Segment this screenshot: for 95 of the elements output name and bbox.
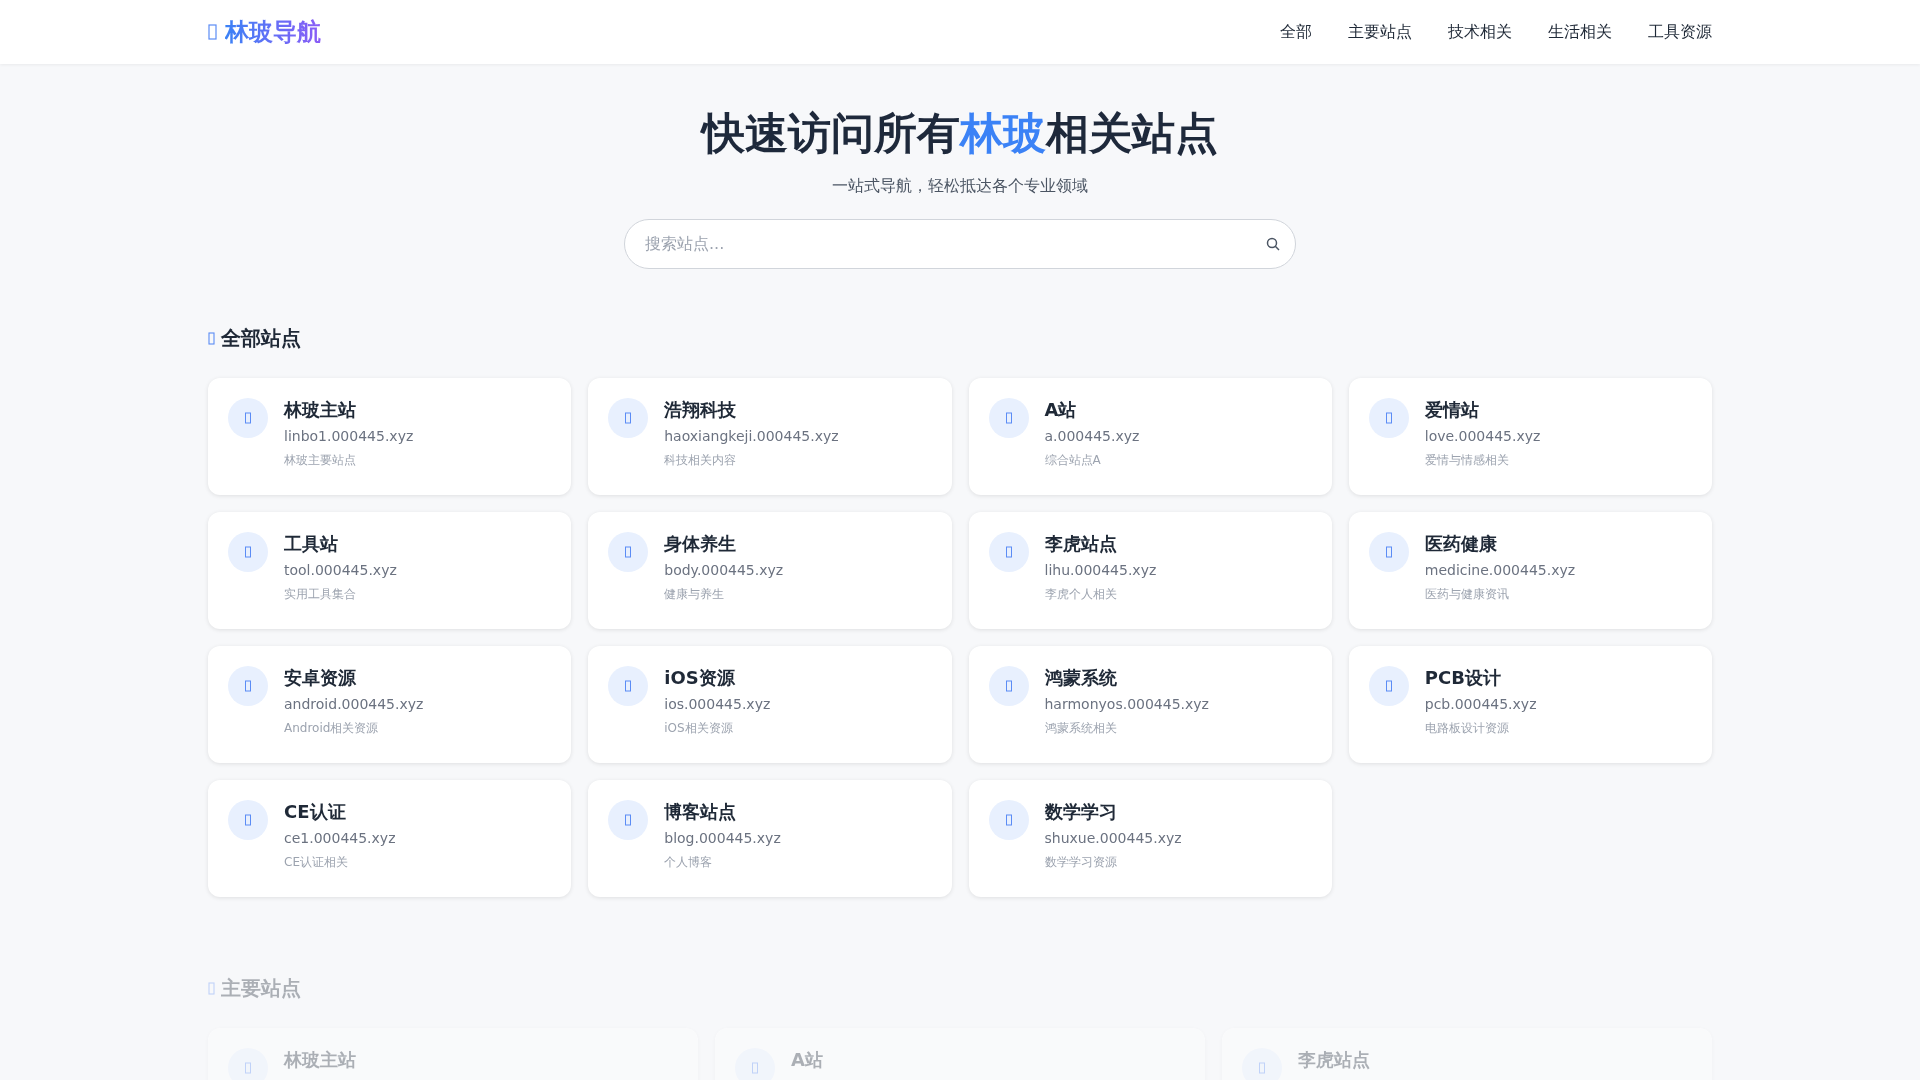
search-field[interactable]: 搜索站点... xyxy=(624,218,1296,269)
site-url: linbo1.000445.xyz xyxy=(284,427,414,444)
site-icon xyxy=(1368,665,1409,706)
site-card[interactable]: iOS资源 ios.000445.xyz iOS相关资源 xyxy=(588,645,952,763)
site-description: 李虎个人相关 xyxy=(1044,585,1118,603)
site-card[interactable]: 安卓资源 android.000445.xyz Android相关资源 xyxy=(208,645,572,763)
site-name: 浩翔科技 xyxy=(664,397,738,422)
site-icon xyxy=(228,799,268,840)
site-card[interactable]: PCB设计 pcb.000445.xyz 电路板设计资源 xyxy=(1348,645,1712,763)
site-icon xyxy=(608,799,649,840)
square-icon xyxy=(208,331,215,345)
site-description: 数学学习资源 xyxy=(1044,853,1118,871)
site-description: iOS相关资源 xyxy=(664,719,734,737)
site-url: ce1.000445.xyz xyxy=(284,829,396,846)
square-icon xyxy=(208,981,215,995)
site-description: 科技相关内容 xyxy=(664,451,738,469)
site-url: pcb.000445.xyz xyxy=(1424,695,1537,712)
site-url: love.000445.xyz xyxy=(1424,427,1541,444)
nav-link[interactable]: 全部 xyxy=(1280,21,1312,43)
site-name: A站 xyxy=(1044,397,1078,422)
site-icon xyxy=(1368,397,1409,438)
site-url: body.000445.xyz xyxy=(664,561,784,578)
site-description: 个人博客 xyxy=(664,853,714,871)
nav-link[interactable]: 主要站点 xyxy=(1348,21,1412,43)
section-title: 全部站点 xyxy=(221,324,301,352)
site-icon xyxy=(228,665,268,706)
site-url: tool.000445.xyz xyxy=(284,561,397,578)
site-description: 健康与养生 xyxy=(664,585,726,603)
site-card[interactable]: 博客站点 blog.000445.xyz 个人博客 xyxy=(588,779,952,897)
nav-link[interactable]: 生活相关 xyxy=(1548,21,1612,43)
site-name: 林玻主站 xyxy=(284,1047,356,1072)
site-name: 鸿蒙系统 xyxy=(1044,665,1118,690)
site-card[interactable]: 李虎站点 lihu.000445.xyz 李虎个人相关 xyxy=(968,511,1332,629)
site-name: 医药健康 xyxy=(1424,531,1498,556)
site-name: 林玻主站 xyxy=(284,397,357,422)
site-name: CE认证 xyxy=(284,799,347,824)
site-description: 林玻主要站点 xyxy=(284,451,357,469)
square-icon xyxy=(208,24,217,40)
site-url: shuxue.000445.xyz xyxy=(1044,829,1182,846)
site-card[interactable]: 数学学习 shuxue.000445.xyz 数学学习资源 xyxy=(968,779,1332,897)
site-description: 综合站点A xyxy=(1044,451,1102,469)
site-name: iOS资源 xyxy=(664,665,736,690)
site-icon xyxy=(1242,1047,1282,1080)
site-icon xyxy=(988,799,1029,840)
site-icon xyxy=(608,397,649,438)
site-description: Android相关资源 xyxy=(284,719,380,737)
site-description: 医药与健康资讯 xyxy=(1424,585,1510,603)
site-name: 李虎站点 xyxy=(1044,531,1118,556)
site-card[interactable]: 身体养生 body.000445.xyz 健康与养生 xyxy=(588,511,952,629)
site-name: 数学学习 xyxy=(1044,799,1118,824)
section-title: 主要站点 xyxy=(221,974,301,1002)
site-name: 爱情站 xyxy=(1424,397,1480,422)
site-card[interactable]: 工具站 tool.000445.xyz 实用工具集合 xyxy=(208,511,572,629)
site-name: A站 xyxy=(791,1047,823,1072)
site-icon xyxy=(988,397,1029,438)
site-card[interactable]: 浩翔科技 haoxiangkeji.000445.xyz 科技相关内容 xyxy=(588,377,952,495)
site-icon xyxy=(735,1047,775,1080)
site-description: 鸿蒙系统相关 xyxy=(1044,719,1118,737)
site-description: 爱情与情感相关 xyxy=(1424,451,1510,469)
site-description: 电路板设计资源 xyxy=(1424,719,1510,737)
nav-link[interactable]: 工具资源 xyxy=(1648,21,1712,43)
site-url: lihu.000445.xyz xyxy=(1044,561,1157,578)
site-name: 李虎站点 xyxy=(1298,1047,1370,1072)
nav-link[interactable]: 技术相关 xyxy=(1448,21,1512,43)
site-card[interactable]: 爱情站 love.000445.xyz 爱情与情感相关 xyxy=(1348,377,1712,495)
site-card[interactable]: 医药健康 medicine.000445.xyz 医药与健康资讯 xyxy=(1348,511,1712,629)
site-icon xyxy=(988,665,1029,706)
site-icon xyxy=(228,531,268,572)
site-name: 工具站 xyxy=(284,531,339,556)
site-icon xyxy=(228,397,268,438)
site-icon xyxy=(1368,531,1409,572)
site-name: 博客站点 xyxy=(664,799,738,824)
site-icon xyxy=(608,531,649,572)
site-icon xyxy=(608,665,649,706)
site-icon xyxy=(228,1047,268,1080)
site-icon xyxy=(988,531,1029,572)
site-card[interactable]: CE认证 ce1.000445.xyz CE认证相关 xyxy=(208,779,572,897)
site-name: 身体养生 xyxy=(664,531,738,556)
site-card[interactable]: 林玻主站 linbo1.000445.xyz 林玻主要站点 xyxy=(208,377,572,495)
site-url: android.000445.xyz xyxy=(284,695,424,712)
site-url: blog.000445.xyz xyxy=(664,829,781,846)
site-url: a.000445.xyz xyxy=(1044,427,1140,444)
site-card[interactable]: A站 a.000445.xyz 综合站点A xyxy=(968,377,1332,495)
site-name: PCB设计 xyxy=(1424,665,1502,690)
site-url: harmonyos.000445.xyz xyxy=(1044,695,1209,712)
site-name: 安卓资源 xyxy=(284,665,357,690)
site-description: 实用工具集合 xyxy=(284,585,357,603)
hero-title: 快速访问所有林玻相关站点 xyxy=(702,108,1218,160)
site-url: haoxiangkeji.000445.xyz xyxy=(664,427,839,444)
hero-subtitle: 一站式导航，轻松抵达各个专业领域 xyxy=(832,175,1088,197)
site-url: medicine.000445.xyz xyxy=(1424,561,1576,578)
site-card[interactable]: 鸿蒙系统 harmonyos.000445.xyz 鸿蒙系统相关 xyxy=(968,645,1332,763)
site-url: ios.000445.xyz xyxy=(664,695,771,712)
site-description: CE认证相关 xyxy=(284,853,349,871)
search-icon[interactable] xyxy=(1266,236,1280,251)
